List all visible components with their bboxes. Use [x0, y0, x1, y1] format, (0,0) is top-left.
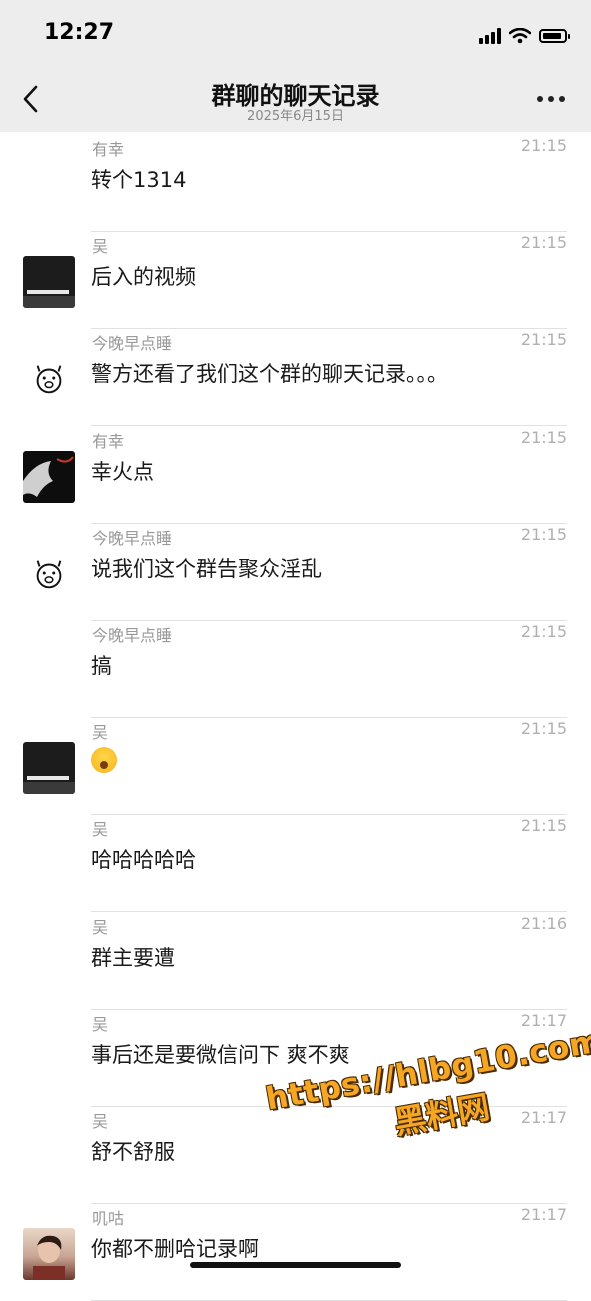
message-text: 搞 [91, 654, 112, 678]
message-text: 转个1314 [91, 168, 187, 192]
top-bar: 12:27 群聊的聊天记录 2025年6月15日 [0, 0, 591, 132]
message-text: 群主要遭 [91, 945, 175, 970]
ellipsis-icon[interactable] [537, 96, 565, 102]
message-time: 21:15 [520, 524, 567, 544]
surprised-face-emoji [91, 747, 117, 774]
message-row[interactable]: 吴 21:15 哈哈哈哈哈 [0, 815, 591, 913]
message-time: 21:15 [520, 427, 567, 447]
message-time: 21:17 [520, 1010, 567, 1030]
home-indicator[interactable] [190, 1262, 401, 1268]
sender-name: 今晚早点睡 [92, 528, 173, 548]
sender-name: 有幸 [92, 431, 125, 451]
message-text: 哈哈哈哈哈 [91, 848, 196, 873]
page-subtitle-date: 2025年6月15日 [247, 109, 344, 124]
message-time: 21:15 [520, 816, 567, 836]
message-time: 21:16 [520, 913, 567, 933]
sender-name: 吴 [92, 1112, 109, 1131]
sender-name: 吴 [92, 723, 109, 743]
message-text: 你都不删哈记录啊 [91, 1237, 259, 1262]
message-time: 21:15 [520, 136, 567, 155]
sender-name: 今晚早点睡 [92, 626, 173, 645]
message-row[interactable]: 有幸 21:15 幸火点 [0, 427, 591, 524]
message-row[interactable]: 吴 21:16 群主要遭 [0, 913, 591, 1010]
message-text [91, 747, 117, 774]
sender-name: 吴 [92, 820, 109, 840]
status-time: 12:27 [44, 20, 115, 45]
avatar[interactable] [23, 742, 75, 795]
message-row[interactable]: 今晚早点睡 21:15 搞 [0, 621, 591, 718]
sender-name: 有幸 [92, 140, 125, 159]
message-time: 21:15 [520, 330, 567, 350]
message-row[interactable]: 吴 21:15 [0, 718, 591, 816]
signal-icon [479, 28, 501, 44]
wifi-icon [509, 28, 531, 44]
avatar[interactable] [23, 353, 75, 406]
message-text: 事后还是要微信问下 爽不爽 [91, 1042, 350, 1067]
sender-name: 叽咕 [92, 1209, 125, 1229]
message-row[interactable]: 吴 21:15 后入的视频 [0, 232, 591, 330]
avatar[interactable] [23, 547, 75, 600]
sender-name: 吴 [92, 917, 109, 937]
sender-name: 吴 [92, 1014, 109, 1034]
message-text: 警方还看了我们这个群的聊天记录。。。 [91, 362, 448, 387]
message-text: 舒不舒服 [91, 1140, 175, 1164]
message-text: 后入的视频 [91, 265, 196, 290]
message-text: 说我们这个群告聚众淫乱 [91, 556, 322, 581]
avatar[interactable] [23, 450, 75, 503]
message-row[interactable]: 今晚早点睡 21:15 说我们这个群告聚众淫乱 [0, 524, 591, 621]
avatar[interactable] [23, 1228, 75, 1281]
message-time: 21:15 [520, 233, 567, 253]
sender-name: 吴 [92, 237, 109, 257]
message-text: 幸火点 [91, 459, 154, 484]
message-time: 21:17 [520, 1205, 567, 1225]
avatar[interactable] [23, 256, 75, 309]
message-row[interactable]: 有幸 21:15 转个1314 [0, 135, 591, 232]
battery-icon [539, 29, 570, 43]
message-time: 21:15 [520, 622, 567, 641]
message-time: 21:15 [520, 719, 567, 739]
message-row[interactable]: 今晚早点睡 21:15 警方还看了我们这个群的聊天记录。。。 [0, 329, 591, 427]
message-row[interactable]: 叽咕 21:17 你都不删哈记录啊 [0, 1204, 591, 1301]
status-icons [479, 24, 570, 48]
sender-name: 今晚早点睡 [92, 334, 173, 354]
